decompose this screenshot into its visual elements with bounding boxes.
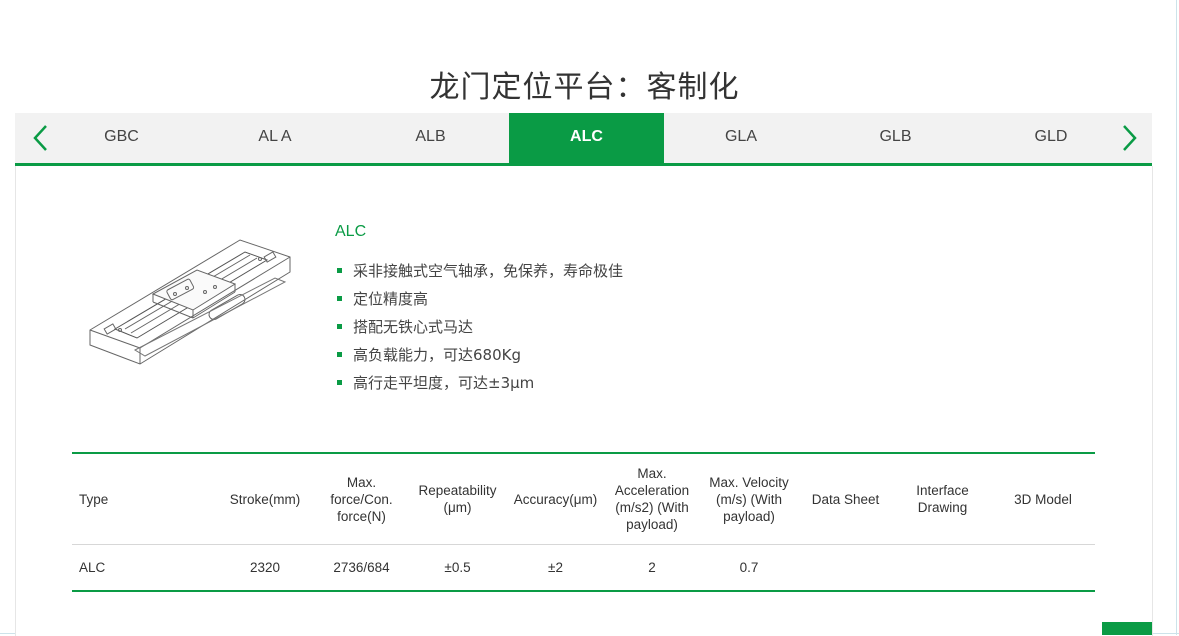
col-header-interface-drawing: Interface Drawing bbox=[894, 453, 991, 545]
feature-item: 高负载能力，可达680Kg bbox=[335, 342, 623, 370]
product-tab-bar: GBC AL A ALB ALC GLA GLB GLD bbox=[15, 113, 1152, 166]
spec-table: Type Stroke(mm) Max. force/Con. force(N)… bbox=[72, 452, 1095, 592]
feature-list: 采非接触式空气轴承，免保养，寿命极佳 定位精度高 搭配无铁心式马达 高负载能力，… bbox=[335, 258, 623, 398]
col-header-force: Max. force/Con. force(N) bbox=[316, 453, 407, 545]
col-header-stroke: Stroke(mm) bbox=[214, 453, 316, 545]
col-header-type: Type bbox=[72, 453, 214, 545]
cell-3d-model[interactable] bbox=[991, 545, 1095, 592]
linear-stage-drawing bbox=[89, 239, 291, 365]
bullet-icon bbox=[337, 352, 342, 357]
bullet-icon bbox=[337, 268, 342, 273]
bullet-icon bbox=[337, 380, 342, 385]
cell-accuracy: ±2 bbox=[548, 560, 563, 575]
chevron-right-icon[interactable] bbox=[1113, 123, 1143, 153]
col-header-velocity: Max. Velocity (m/s) (With payload) bbox=[701, 453, 797, 545]
col-header-accuracy: Accuracy(μm) bbox=[508, 453, 603, 545]
col-header-repeatability: Repeatability (μm) bbox=[407, 453, 508, 545]
tab-alb[interactable]: ALB bbox=[353, 113, 508, 163]
tab-gld[interactable]: GLD bbox=[973, 113, 1129, 163]
cell-acceleration: 2 bbox=[648, 560, 656, 575]
feature-item: 搭配无铁心式马达 bbox=[335, 314, 623, 342]
cell-velocity: 0.7 bbox=[739, 560, 759, 575]
col-header-acceleration: Max. Acceleration (m/s2) (With payload) bbox=[603, 453, 701, 545]
bullet-icon bbox=[337, 324, 342, 329]
tab-gla[interactable]: GLA bbox=[664, 113, 818, 163]
feature-item: 定位精度高 bbox=[335, 286, 623, 314]
page-title: 龙门定位平台：客制化 bbox=[429, 70, 740, 106]
page-right-border bbox=[1176, 0, 1177, 635]
cell-force: 2736/684 bbox=[333, 560, 390, 575]
tab-ala[interactable]: AL A bbox=[198, 113, 352, 163]
product-name: ALC bbox=[335, 223, 367, 240]
col-header-3d-model: 3D Model bbox=[991, 453, 1095, 545]
back-to-top-button[interactable] bbox=[1102, 622, 1152, 635]
cell-repeatability: ±0.5 bbox=[444, 560, 471, 575]
cell-interface-drawing[interactable] bbox=[894, 545, 991, 592]
feature-item: 采非接触式空气轴承，免保养，寿命极佳 bbox=[335, 258, 623, 286]
table-row: ALC 2320 2736/684 ±0.5 ±2 2 0.7 bbox=[72, 545, 1095, 592]
tab-alc[interactable]: ALC bbox=[509, 113, 664, 163]
tab-gbc[interactable]: GBC bbox=[45, 113, 198, 163]
table-header-row: Type Stroke(mm) Max. force/Con. force(N)… bbox=[72, 453, 1095, 545]
cell-stroke: 2320 bbox=[249, 560, 281, 575]
bullet-icon bbox=[337, 296, 342, 301]
tab-glb[interactable]: GLB bbox=[818, 113, 973, 163]
cell-data-sheet[interactable] bbox=[797, 545, 894, 592]
col-header-data-sheet: Data Sheet bbox=[797, 453, 894, 545]
feature-item: 高行走平坦度，可达±3μm bbox=[335, 370, 623, 398]
cell-type: ALC bbox=[79, 560, 106, 575]
